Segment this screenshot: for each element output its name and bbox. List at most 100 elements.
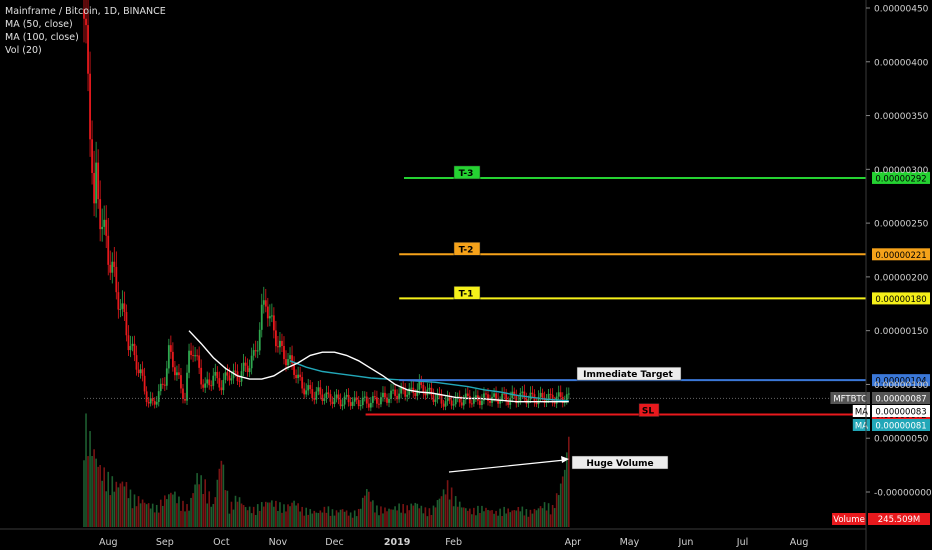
- candle-body: [485, 393, 487, 395]
- candle-body: [303, 388, 306, 395]
- candle-body: [325, 392, 328, 399]
- candle-body: [155, 401, 158, 405]
- volume-bar: [473, 507, 475, 527]
- candle-body: [434, 399, 437, 402]
- volume-bar: [289, 506, 291, 527]
- volume-bar: [555, 493, 558, 527]
- candle-body: [262, 300, 265, 305]
- volume-bar: [357, 508, 360, 527]
- candle-body: [119, 308, 122, 310]
- candle-body: [339, 399, 342, 407]
- volume-bar: [265, 501, 267, 527]
- volume-bar: [440, 496, 443, 527]
- volume-bar: [392, 509, 394, 527]
- volume-bar: [549, 514, 552, 527]
- candle-body: [349, 402, 352, 406]
- volume-bar: [404, 513, 406, 527]
- volume-bar: [240, 503, 243, 527]
- price-tag-label: MFTBTC: [833, 395, 867, 405]
- candle-body: [218, 378, 221, 388]
- candle-body: [289, 355, 291, 360]
- volume-bar: [418, 508, 421, 527]
- candle-body: [462, 399, 465, 406]
- candle-body: [489, 400, 491, 403]
- x-tick-label: Aug: [99, 537, 118, 548]
- y-tick-label: 0.00000150: [874, 327, 929, 337]
- candle-body: [200, 367, 203, 385]
- volume-bar: [133, 494, 136, 527]
- candle-body: [248, 368, 251, 373]
- candle-body: [408, 388, 411, 395]
- volume-bar: [155, 504, 158, 527]
- candle-body: [309, 385, 312, 390]
- candle-body: [103, 219, 106, 227]
- candle-body: [424, 393, 427, 396]
- volume-bar: [448, 499, 451, 527]
- candle-body: [392, 389, 394, 391]
- candle-body: [369, 402, 372, 408]
- volume-bar: [410, 503, 413, 527]
- volume-bar: [386, 511, 388, 527]
- y-tick-label: 0.00000400: [874, 58, 929, 68]
- volume-bar: [145, 504, 148, 527]
- candle-body: [279, 340, 281, 348]
- candle-body: [470, 403, 473, 405]
- candle-body: [117, 292, 120, 310]
- volume-bar: [129, 489, 132, 527]
- volume-bar: [153, 512, 156, 527]
- volume-bar: [281, 512, 283, 527]
- candle-body: [105, 219, 108, 236]
- volume-bar: [519, 511, 522, 527]
- candle-body: [141, 369, 144, 376]
- candle-body: [343, 396, 346, 405]
- candle-body: [127, 335, 130, 351]
- candle-body: [521, 391, 524, 393]
- volume-bar: [267, 502, 269, 527]
- volume-bar: [323, 506, 326, 527]
- volume-bar: [471, 514, 473, 527]
- candle-body: [196, 355, 199, 357]
- chart-canvas[interactable]: T-3 0.00000292 T-2 0.00000221 T-1 0.00000180 I…: [0, 0, 932, 550]
- x-tick-label: Apr: [565, 537, 582, 548]
- candle-body: [101, 226, 104, 230]
- volume-bar: [553, 508, 556, 527]
- candle-body: [299, 374, 302, 378]
- y-tick-label: 0.00000300: [874, 166, 929, 176]
- candle-body: [444, 401, 447, 407]
- x-tick-label: Sep: [156, 537, 174, 548]
- candle-body: [188, 350, 190, 373]
- candle-body: [535, 402, 538, 405]
- volume-bar: [539, 506, 542, 527]
- x-tick-label: Dec: [325, 537, 343, 548]
- volume-bar: [184, 511, 186, 527]
- volume-bar: [319, 510, 322, 527]
- volume-bar: [143, 502, 146, 527]
- volume-bar: [273, 506, 275, 527]
- candle-body: [153, 401, 156, 405]
- candle-body: [176, 372, 178, 376]
- candle-body: [367, 403, 370, 408]
- candle-body: [365, 396, 368, 404]
- candle-body: [174, 367, 176, 376]
- volume-bar: [450, 487, 453, 527]
- candle-body: [107, 235, 110, 265]
- volume-bar: [460, 507, 463, 527]
- volume-bar: [475, 515, 477, 527]
- candle-body: [371, 396, 374, 403]
- volume-bar: [561, 476, 564, 527]
- price-tag-value: 0.00000083: [875, 408, 926, 418]
- candle-body: [115, 266, 118, 293]
- volume-bar: [172, 494, 174, 527]
- volume-bar: [396, 510, 398, 527]
- volume-bar: [420, 505, 423, 527]
- candle-body: [549, 393, 552, 395]
- volume-bar: [442, 489, 445, 527]
- candle-body: [376, 397, 378, 404]
- candle-body: [281, 340, 283, 346]
- candle-body: [208, 379, 211, 386]
- volume-bar: [503, 506, 505, 527]
- volume-bar: [434, 507, 437, 527]
- candle-body: [99, 199, 102, 230]
- volume-bar: [402, 504, 404, 527]
- candle-body: [258, 329, 261, 351]
